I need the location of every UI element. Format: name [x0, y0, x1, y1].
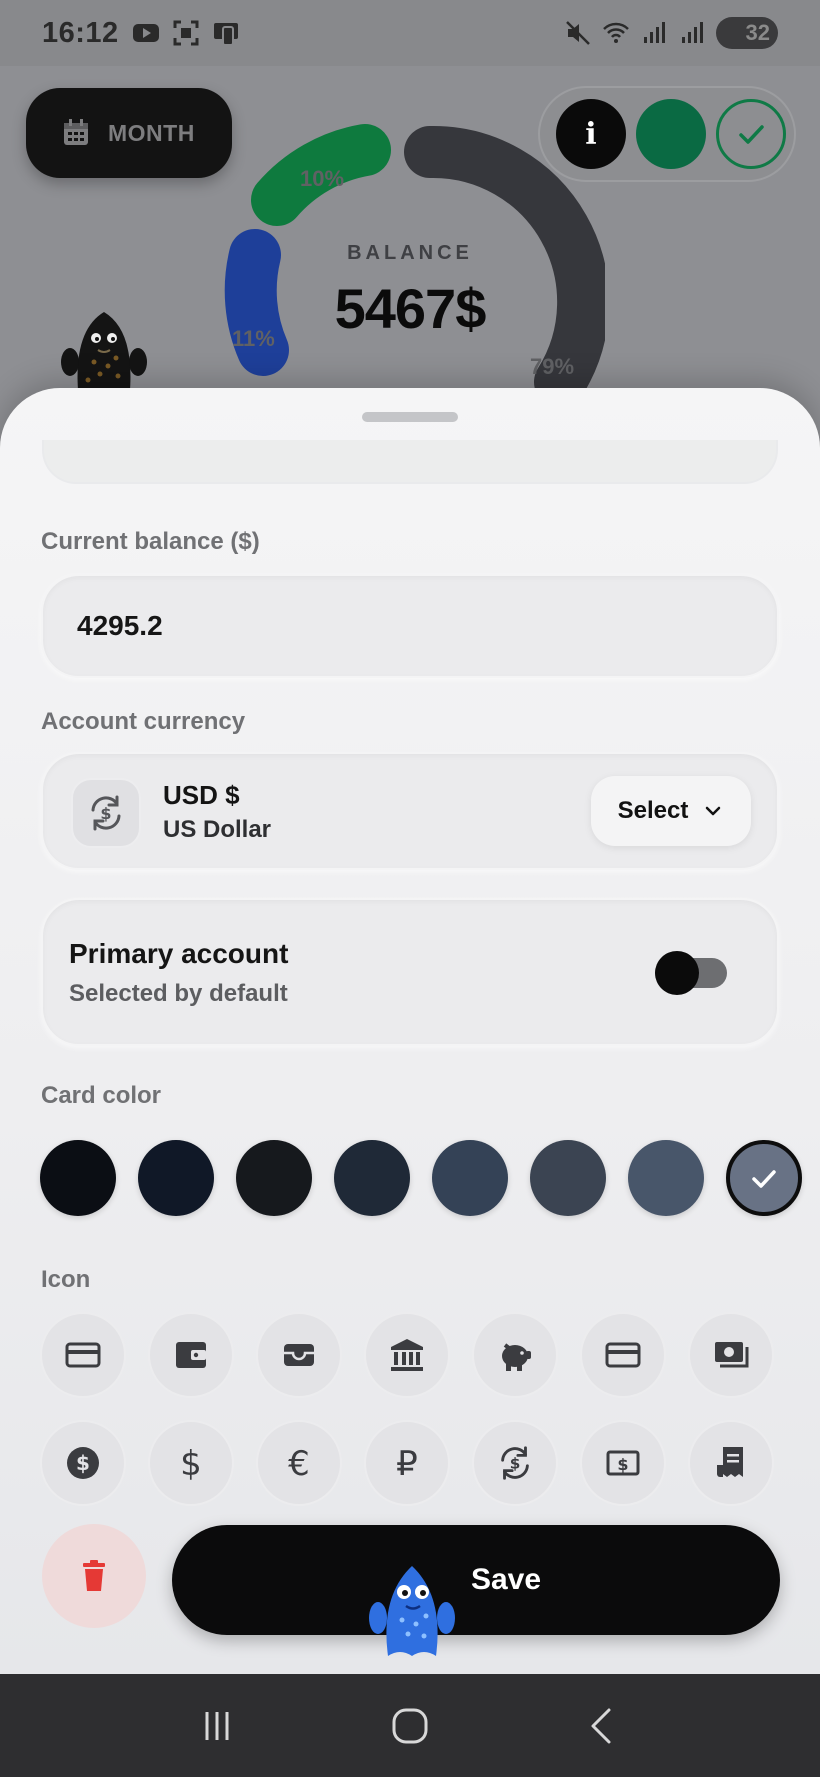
piggy-bank-icon — [502, 1343, 531, 1371]
card-color-swatch[interactable] — [628, 1140, 704, 1216]
select-label: Select — [617, 797, 689, 824]
icon-option-currency-exchange[interactable]: $ — [472, 1420, 558, 1506]
mascot-dark-icon — [61, 312, 147, 390]
svg-text:$: $ — [100, 804, 111, 823]
edit-account-sheet: Current balance ($) 4295.2 Account curre… — [0, 388, 820, 1674]
account-currency-label: Account currency — [41, 708, 246, 735]
status-bar: 16:12 32 — [0, 0, 820, 66]
icon-option-card-alt[interactable] — [580, 1312, 666, 1398]
credit-card-icon — [65, 1342, 101, 1368]
icon-option-euro[interactable]: € — [256, 1420, 342, 1506]
signal-icon-2 — [681, 22, 703, 43]
current-balance-input[interactable]: 4295.2 — [77, 576, 163, 676]
check-icon — [739, 125, 764, 144]
euro-icon: € — [288, 1444, 310, 1483]
system-nav-bar — [0, 1674, 820, 1777]
svg-text:$: $ — [617, 1455, 628, 1474]
currency-name: US Dollar — [163, 816, 272, 843]
status-time: 16:12 — [42, 16, 119, 49]
icon-option-receipt[interactable] — [688, 1420, 774, 1506]
battery-indicator: 32 — [715, 17, 778, 49]
current-balance-field[interactable]: 4295.2 — [41, 574, 779, 678]
icon-option-ruble[interactable]: ₽ — [364, 1420, 450, 1506]
calendar-icon — [64, 119, 88, 145]
back-icon[interactable] — [581, 1704, 625, 1748]
card-color-swatch[interactable] — [726, 1140, 802, 1216]
mute-icon — [565, 21, 590, 45]
currency-exchange-icon: $ — [71, 778, 141, 848]
mascot-blue-icon — [369, 1566, 455, 1656]
icon-row-2: $ $ € ₽ $ $ — [40, 1420, 774, 1506]
screenshot-icon — [173, 20, 199, 46]
card-color-swatch[interactable] — [530, 1140, 606, 1216]
wallet-icon — [176, 1342, 206, 1368]
icon-option-bank[interactable] — [364, 1312, 450, 1398]
dollar-circle-icon: $ — [67, 1447, 99, 1479]
icon-row-1 — [40, 1312, 774, 1398]
ruble-icon: ₽ — [396, 1444, 418, 1483]
current-balance-label: Current balance ($) — [41, 528, 260, 555]
segment-label-10: 10% — [300, 166, 345, 191]
delete-account-button[interactable] — [42, 1524, 146, 1628]
card-color-swatches — [40, 1140, 802, 1216]
segment-label-79: 79% — [530, 354, 575, 379]
signal-icon — [643, 22, 665, 43]
card-color-swatch[interactable] — [138, 1140, 214, 1216]
trash-icon — [83, 1560, 105, 1591]
save-button[interactable]: Save — [172, 1525, 780, 1635]
card-color-swatch[interactable] — [40, 1140, 116, 1216]
balance-label: BALANCE — [347, 242, 473, 264]
bank-icon — [391, 1339, 423, 1371]
svg-text:$: $ — [76, 1451, 90, 1475]
green-theme-button[interactable] — [636, 99, 706, 169]
chevron-down-icon — [706, 806, 721, 816]
card-alt-icon — [605, 1342, 641, 1368]
dollar-icon: $ — [180, 1444, 202, 1483]
check-icon — [752, 1170, 776, 1188]
icon-label: Icon — [41, 1266, 91, 1293]
svg-text:€: € — [288, 1444, 310, 1483]
currency-exchange-icon: $ — [501, 1446, 529, 1480]
icon-option-cash-stack[interactable] — [688, 1312, 774, 1398]
primary-account-toggle-knob[interactable] — [655, 951, 699, 995]
account-currency-field: $ USD $ US Dollar Select — [41, 752, 779, 870]
money-bill-icon: $ — [606, 1450, 640, 1476]
primary-account-card: Primary account Selected by default — [41, 898, 779, 1046]
card-color-swatch[interactable] — [236, 1140, 312, 1216]
svg-text:₽: ₽ — [396, 1444, 418, 1483]
screen-mirror-icon — [213, 23, 238, 46]
svg-text:$: $ — [180, 1444, 202, 1483]
confirm-button[interactable] — [716, 99, 786, 169]
youtube-icon — [132, 24, 159, 42]
sheet-drag-handle[interactable] — [362, 412, 458, 422]
icon-option-wallet[interactable] — [148, 1312, 234, 1398]
icon-option-dollar[interactable]: $ — [148, 1420, 234, 1506]
wifi-icon — [602, 22, 629, 43]
segment-79 — [404, 125, 605, 408]
card-color-swatch[interactable] — [334, 1140, 410, 1216]
icon-option-card-holder[interactable] — [256, 1312, 342, 1398]
card-holder-icon — [284, 1344, 314, 1366]
primary-account-title: Primary account — [69, 938, 289, 969]
cash-stack-icon — [715, 1342, 749, 1368]
recent-apps-icon[interactable] — [195, 1704, 239, 1748]
receipt-icon — [717, 1447, 743, 1477]
currency-code: USD $ — [163, 780, 240, 810]
home-icon[interactable] — [388, 1704, 432, 1748]
account-name-field[interactable] — [42, 440, 778, 484]
card-color-swatch[interactable] — [432, 1140, 508, 1216]
currency-select-button[interactable]: Select — [591, 776, 751, 846]
period-label: MONTH — [108, 119, 195, 146]
card-color-label: Card color — [41, 1082, 162, 1109]
save-label: Save — [470, 1563, 542, 1596]
period-month-button[interactable]: MONTH — [26, 88, 232, 178]
icon-option-dollar-circle[interactable]: $ — [40, 1420, 126, 1506]
icon-option-credit-card[interactable] — [40, 1312, 126, 1398]
icon-option-piggy-bank[interactable] — [472, 1312, 558, 1398]
primary-account-subtitle: Selected by default — [69, 980, 288, 1007]
svg-text:$: $ — [510, 1455, 521, 1473]
icon-option-money-bill[interactable]: $ — [580, 1420, 666, 1506]
